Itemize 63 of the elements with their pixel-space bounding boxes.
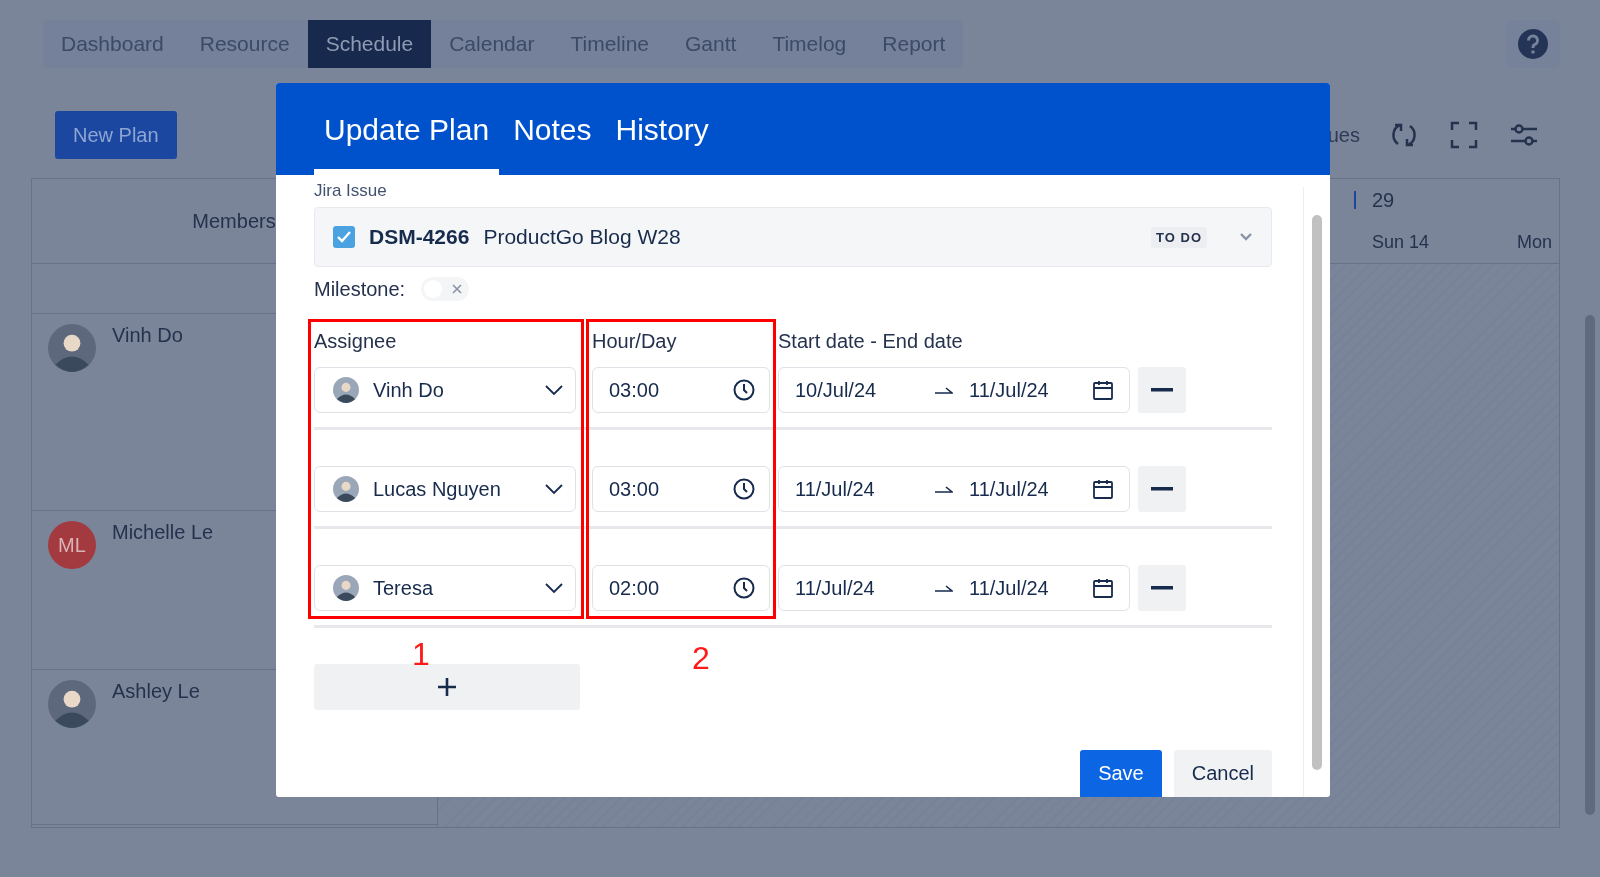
avatar-initials: ML — [48, 521, 96, 569]
chevron-down-icon[interactable] — [545, 483, 563, 495]
avatar-icon — [333, 377, 359, 403]
plus-icon — [437, 677, 457, 697]
dialog-tab[interactable]: Notes — [503, 83, 602, 175]
cancel-button[interactable]: Cancel — [1173, 750, 1272, 797]
member-name: Michelle Le — [112, 521, 214, 545]
chevron-down-icon[interactable] — [545, 582, 563, 594]
day-label: Mon — [1517, 231, 1553, 253]
issue-summary: ProductGo Blog W28 — [483, 225, 681, 249]
x-icon — [452, 284, 463, 294]
clock-icon[interactable] — [733, 577, 755, 599]
calendar-icon[interactable] — [1093, 380, 1113, 400]
clock-icon[interactable] — [733, 379, 755, 401]
avatar-icon — [333, 575, 359, 601]
member-name: Ashley Le — [112, 680, 200, 704]
dialog-tab[interactable]: History — [605, 83, 719, 175]
week-number: 29 — [1354, 191, 1517, 209]
help-button[interactable] — [1506, 20, 1560, 68]
clock-icon[interactable] — [733, 478, 755, 500]
milestone-toggle[interactable] — [421, 277, 470, 301]
avatar-icon — [333, 476, 359, 502]
dialog-tab[interactable]: Update Plan — [314, 83, 500, 175]
status-lozenge: TO DO — [1151, 226, 1207, 248]
day-label: Sun 14 — [1372, 231, 1431, 253]
help-icon[interactable] — [1518, 29, 1548, 59]
remove-button[interactable] — [1138, 367, 1186, 413]
minus-icon — [1151, 586, 1173, 590]
date-range-field[interactable]: 11/Jul/24 11/Jul/24 — [778, 466, 1130, 512]
scrollbar[interactable] — [1585, 315, 1595, 815]
column-header: Hour/Day — [592, 329, 678, 353]
jira-issue-select[interactable]: DSM-4266 ProductGo Blog W28 TO DO — [314, 207, 1272, 267]
assignee-select[interactable]: Lucas Nguyen — [314, 466, 576, 512]
assignee-select[interactable]: Teresa — [314, 565, 576, 611]
check-icon — [337, 231, 351, 243]
nav-tab[interactable]: Schedule — [307, 20, 432, 68]
remove-button[interactable] — [1138, 466, 1186, 512]
annotation-number: 1 — [412, 636, 430, 673]
column-header: Start date - End date — [778, 329, 964, 353]
hours-field[interactable]: 03:00 — [592, 466, 770, 512]
date-range-field[interactable]: 10/Jul/24 11/Jul/24 — [778, 367, 1130, 413]
hours-field[interactable]: 02:00 — [592, 565, 770, 611]
hours-field[interactable]: 03:00 — [592, 367, 770, 413]
scrollbar[interactable] — [1312, 215, 1322, 770]
field-label: Milestone: — [314, 277, 406, 301]
remove-button[interactable] — [1138, 565, 1186, 611]
annotation-number: 2 — [692, 640, 710, 677]
assignee-select[interactable]: Vinh Do — [314, 367, 576, 413]
field-label: Jira Issue — [314, 181, 388, 202]
avatar-icon — [48, 324, 96, 372]
calendar-icon[interactable] — [1093, 479, 1113, 499]
avatar-icon — [48, 680, 96, 728]
checkbox[interactable] — [333, 226, 355, 248]
save-button[interactable]: Save — [1080, 750, 1162, 797]
date-range-field[interactable]: 11/Jul/24 11/Jul/24 — [778, 565, 1130, 611]
minus-icon — [1151, 388, 1173, 392]
minus-icon — [1151, 487, 1173, 491]
chevron-down-icon[interactable] — [545, 384, 563, 396]
fullscreen-icon[interactable] — [1448, 119, 1480, 151]
column-header: Assignee — [314, 329, 398, 353]
calendar-icon[interactable] — [1093, 578, 1113, 598]
new-plan-button[interactable]: New Plan — [55, 111, 177, 159]
member-name: Vinh Do — [112, 324, 183, 348]
